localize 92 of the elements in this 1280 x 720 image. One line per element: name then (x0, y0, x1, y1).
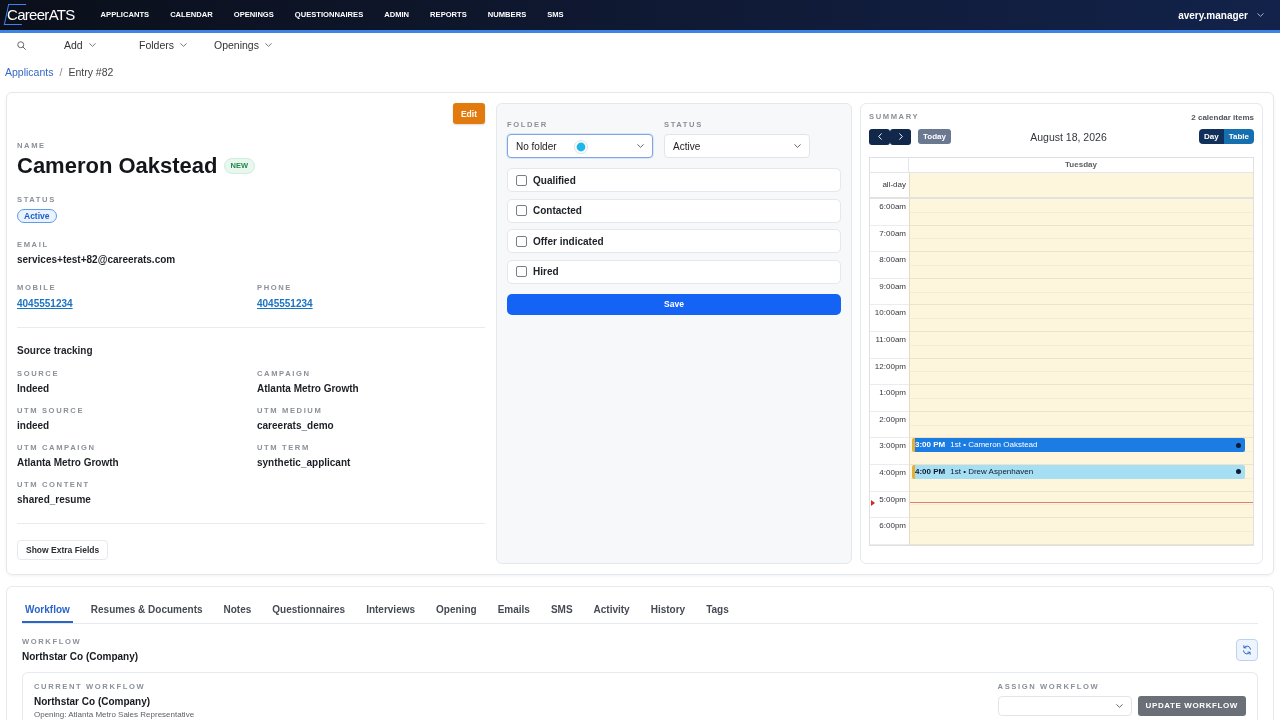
event-title: 1st • Drew Aspenhaven (950, 466, 1034, 477)
checklist-item[interactable]: Offer indicated (507, 229, 841, 253)
checklist-item[interactable]: Qualified (507, 168, 841, 192)
field-value: shared_resume (17, 493, 92, 507)
checkbox[interactable] (516, 205, 527, 216)
time-label: 12:00pm (874, 361, 906, 371)
opening-text: Opening: Atlanta Metro Sales Representative (34, 709, 195, 720)
dropdown-select[interactable]: Active (664, 134, 810, 158)
chevron-down-icon (180, 43, 187, 47)
all-day-label: all-day (882, 180, 906, 189)
phone-link[interactable]: 4045551234 (257, 297, 313, 311)
checkbox-label: Offer indicated (533, 235, 604, 247)
event-time: 3:00 PM (915, 440, 946, 451)
view-toggle-button[interactable]: Table (1223, 129, 1254, 144)
refresh-button[interactable] (1236, 639, 1258, 662)
event-dot-icon (1236, 469, 1241, 475)
dropdown-menu-button[interactable]: Folders (139, 38, 214, 52)
time-label: 10:00am (874, 308, 906, 318)
chevron-down-icon (1257, 13, 1264, 17)
chevron-down-icon (1115, 703, 1123, 708)
tab[interactable]: Workflow (22, 598, 73, 623)
time-label: 5:00pm (879, 494, 906, 504)
dropdown-menu-button[interactable]: Openings (214, 38, 289, 52)
breadcrumb-current: Entry #82 (68, 65, 114, 79)
checklist-item[interactable]: Contacted (507, 198, 841, 223)
day-header: Tuesday (1064, 159, 1098, 171)
tab[interactable]: SMS (547, 598, 576, 623)
view-toggle-button[interactable]: Day (1199, 129, 1224, 144)
checkbox-label: Hired (533, 266, 559, 277)
next-button[interactable] (890, 128, 911, 145)
tab[interactable]: Opening (433, 598, 480, 623)
workflow-name: Northstar Co (Company) (22, 649, 139, 664)
field-value: synthetic_applicant (257, 456, 352, 470)
applicant-name: Cameron Oakstead (17, 153, 218, 179)
tab[interactable]: Resumes & Documents (87, 598, 206, 623)
checkbox-label: Contacted (533, 205, 582, 216)
time-label: 8:00am (879, 255, 906, 265)
app-logo[interactable]: CareerATS (4, 4, 77, 26)
time-label: 6:00pm (879, 521, 906, 531)
email-value: services+test+82@careerats.com (17, 253, 177, 267)
tab[interactable]: Notes (220, 598, 255, 623)
workflow-name: Northstar Co (Company) (34, 694, 152, 709)
field-value: Atlanta Metro Growth (17, 456, 120, 470)
today-button[interactable]: Today (918, 129, 951, 144)
checkbox[interactable] (516, 174, 527, 186)
phone-link[interactable]: 4045551234 (17, 297, 73, 311)
tab[interactable]: History (647, 598, 689, 623)
previous-button[interactable] (869, 128, 890, 145)
tab[interactable]: Questionnaires (269, 598, 349, 623)
chevron-down-icon (264, 43, 272, 47)
calendar-count: 2 calendar items (1191, 112, 1254, 122)
status-badge: Active (17, 209, 57, 223)
dropdown-select[interactable]: No folder (507, 134, 653, 158)
time-label: 11:00am (875, 334, 906, 344)
field-value: Indeed (17, 382, 51, 396)
time-label: 6:00am (879, 202, 906, 211)
field-value: careerats_demo (257, 419, 335, 433)
breadcrumb-link[interactable]: Applicants (5, 65, 54, 79)
tab[interactable]: Emails (494, 598, 533, 623)
chevron-right-icon (898, 133, 903, 140)
time-label: 4:00pm (879, 467, 906, 477)
search-icon[interactable] (17, 40, 26, 50)
chevron-down-icon (637, 144, 644, 148)
chevron-down-icon (794, 144, 801, 148)
section-title: Source tracking (17, 344, 94, 358)
breadcrumb-separator: / (59, 65, 63, 79)
user-menu-button[interactable]: avery.manager (1178, 9, 1264, 21)
event-time: 4:00 PM (915, 466, 946, 477)
checkbox[interactable] (516, 235, 527, 247)
tab[interactable]: Tags (703, 598, 732, 623)
calendar-event[interactable]: 3:00 PM 1st • Cameron Oakstead (912, 438, 1245, 453)
time-label: 2:00pm (879, 414, 906, 424)
time-label: 1:00pm (879, 388, 906, 398)
show-extra-fields-button[interactable]: Show Extra Fields (17, 540, 109, 560)
event-title: 1st • Cameron Oakstead (950, 440, 1038, 451)
event-dot-icon (1236, 442, 1241, 448)
chevron-left-icon (877, 133, 882, 140)
time-label: 9:00am (879, 281, 906, 291)
calendar-date: August 18, 2026 (1029, 130, 1107, 143)
save-button[interactable]: Save (507, 293, 841, 315)
tab[interactable]: Interviews (363, 598, 419, 623)
checkbox-label: Qualified (533, 174, 576, 186)
time-label: 3:00pm (879, 441, 906, 451)
field-value: Atlanta Metro Growth (257, 382, 360, 396)
checkbox[interactable] (516, 266, 527, 277)
checklist-item[interactable]: Hired (507, 259, 841, 284)
tab[interactable]: Activity (590, 598, 633, 623)
dropdown-menu-button[interactable]: Add (64, 38, 139, 52)
field-value: indeed (17, 419, 51, 433)
refresh-icon (1242, 645, 1252, 656)
chevron-down-icon (88, 43, 96, 47)
time-label: 7:00am (879, 228, 906, 238)
